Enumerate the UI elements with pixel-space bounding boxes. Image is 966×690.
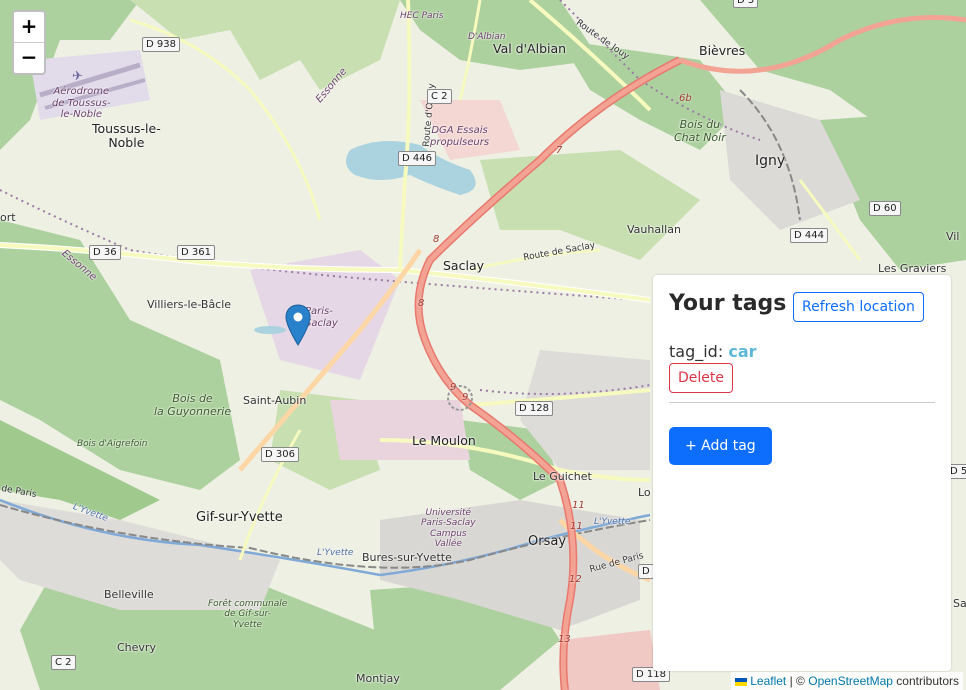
shield-d36: D 36 [89, 245, 121, 260]
ref-9a: 9 [450, 382, 457, 393]
place-villiers: Villiers-le-Bâcle [147, 298, 232, 311]
add-tag-button[interactable]: + Add tag [669, 427, 772, 465]
map-attribution: Leaflet | © OpenStreetMap contributors [731, 672, 963, 690]
place-bures: Bures-sur-Yvette [362, 551, 452, 564]
place-bois-guyonnerie: Bois de la Guyonnerie [154, 392, 232, 418]
place-bois-aigrefoin: Bois d'Aigrefoin [77, 439, 148, 449]
zoom-control: + − [12, 10, 46, 75]
location-marker-icon[interactable] [285, 304, 311, 346]
divider [669, 402, 935, 403]
tag-id-value: car [728, 342, 757, 361]
place-saclay: Saclay [443, 258, 484, 273]
place-aerodrome: Aérodrome de Toussus- le-Noble [52, 86, 111, 120]
place-gif: Gif-sur-Yvette [196, 510, 283, 525]
ref-8a: 8 [433, 234, 440, 245]
shield-d60: D 60 [869, 201, 901, 216]
place-ort-edge: ort [0, 211, 16, 224]
place-vauhallan: Vauhallan [627, 223, 681, 236]
ukraine-flag-icon [735, 677, 748, 686]
tag-row: tag_id: car [669, 342, 757, 361]
place-belleville: Belleville [104, 588, 154, 601]
river-yvette-2: L'Yvette [594, 517, 631, 527]
ref-11b: 11 [570, 521, 583, 532]
attribution-suffix: contributors [896, 674, 959, 688]
svg-text:✈: ✈ [72, 69, 83, 84]
shield-c2-top: C 2 [427, 89, 452, 104]
ref-8b: 8 [418, 298, 425, 309]
shield-d938: D 938 [142, 37, 180, 52]
place-bois-chat-noir: Bois du Chat Noir [674, 118, 726, 144]
place-igny: Igny [755, 153, 786, 169]
place-foret-gif: Forêt communale de Gif-sur- Yvette [208, 599, 288, 630]
place-montjay: Montjay [356, 672, 400, 685]
place-les-graviers: Les Graviers [878, 262, 947, 275]
shield-d444: D 444 [790, 228, 828, 243]
place-toussus: Toussus-le- Noble [92, 121, 161, 151]
panel-title: Your tags [669, 291, 787, 316]
zoom-in-button[interactable]: + [14, 12, 44, 42]
ref-13: 13 [558, 634, 571, 645]
place-sa-edge: Sa [953, 597, 966, 610]
place-bievres: Bièvres [699, 43, 746, 58]
attribution-sep: | © [789, 674, 805, 688]
place-hec-paris: HEC Paris [400, 11, 444, 21]
shield-d306: D 306 [261, 447, 299, 462]
osm-link[interactable]: OpenStreetMap [808, 674, 893, 688]
place-val-dalbian: Val d'Albian [493, 41, 567, 56]
place-orsay: Orsay [528, 534, 567, 549]
shield-d-small: D [638, 564, 654, 579]
place-dga: DGA Essais propulseurs [430, 125, 490, 148]
ref-12: 12 [569, 574, 582, 585]
shield-c2-bottom: C 2 [51, 655, 76, 670]
tags-panel: Your tags Refresh location tag_id: car D… [653, 275, 951, 671]
tag-id-label: tag_id: [669, 342, 724, 361]
place-universite: Université Paris-Saclay Campus Vallée [421, 508, 476, 550]
place-lo-edge: Lo [638, 486, 651, 499]
place-chevry: Chevry [117, 641, 156, 654]
place-le-moulon: Le Moulon [412, 433, 476, 448]
shield-d128: D 128 [515, 401, 553, 416]
ref-11a: 11 [572, 500, 585, 511]
refresh-location-button[interactable]: Refresh location [793, 292, 924, 322]
ref-6b: 6b [679, 93, 692, 104]
shield-d361: D 361 [177, 245, 215, 260]
delete-tag-button[interactable]: Delete [669, 363, 733, 393]
shield-d-top: D 5 [733, 0, 759, 8]
river-yvette: L'Yvette [317, 548, 354, 558]
place-saint-aubin: Saint-Aubin [243, 394, 307, 407]
ref-7: 7 [556, 145, 563, 156]
leaflet-link[interactable]: Leaflet [750, 674, 786, 688]
zoom-out-button[interactable]: − [14, 42, 44, 73]
map[interactable]: ✈ HEC Paris D'Albian Val d'Albian Bièvre… [0, 0, 966, 690]
ref-9b: 9 [462, 392, 469, 403]
place-vil-edge: Vil [946, 230, 960, 243]
place-le-guichet: Le Guichet [533, 470, 592, 483]
shield-d446: D 446 [398, 151, 436, 166]
